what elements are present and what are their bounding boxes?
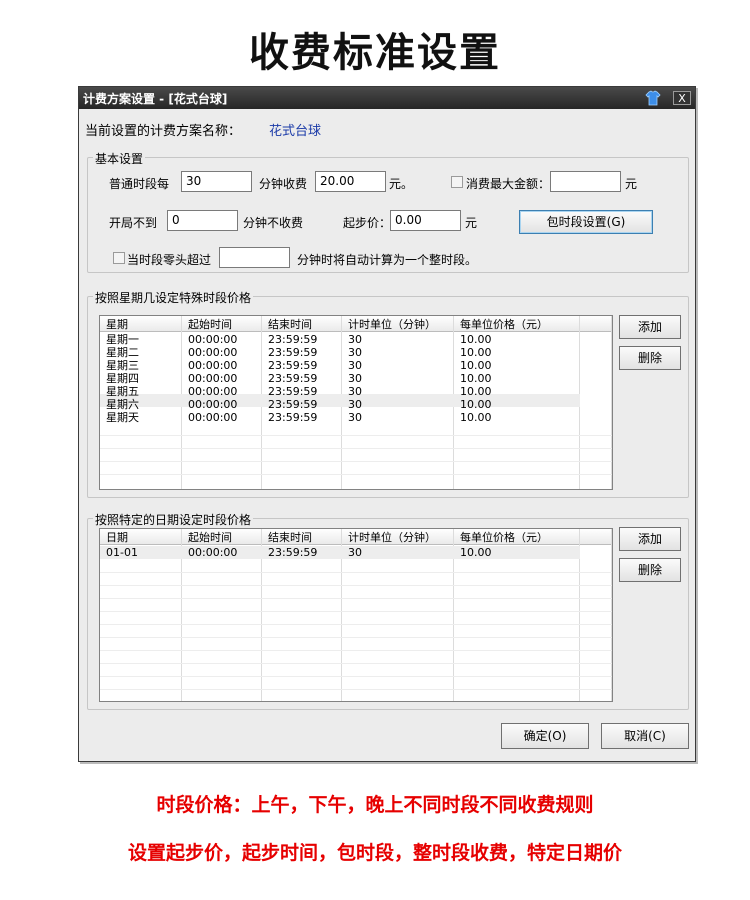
weekday-price-title: 按照星期几设定特殊时段价格 (93, 289, 254, 306)
fee-input[interactable]: 20.00 (315, 171, 386, 192)
cancel-button[interactable]: 取消(C) (601, 723, 689, 749)
ok-button[interactable]: 确定(O) (501, 723, 589, 749)
billing-plan-dialog: 计费方案设置 - [花式台球] X 当前设置的计费方案名称： 花式台球 基本设置… (78, 86, 696, 762)
no-charge-label: 分钟不收费 (243, 216, 304, 230)
table-row[interactable]: 星期一 00:00:00 23:59:59 30 10.00 星期二 00:00… (100, 316, 580, 489)
plan-name-label: 当前设置的计费方案名称： (85, 124, 242, 139)
date-add-button[interactable]: 添加 (619, 527, 681, 551)
basic-settings-title: 基本设置 (93, 150, 146, 167)
caption-line-1: 时段价格：上午，下午，晚上不同时段不同收费规则 (156, 794, 594, 816)
remainder-label: 当时段零头超过 (127, 253, 212, 267)
start-yuan-label: 元 (465, 216, 478, 230)
skin-icon[interactable] (645, 90, 661, 106)
remainder-suffix-label: 分钟时将自动计算为一个整时段。 (297, 253, 478, 267)
period-minutes-input[interactable]: 30 (181, 171, 252, 192)
title-bar[interactable]: 计费方案设置 - [花式台球] X (79, 87, 695, 109)
open-under-label: 开局不到 (109, 216, 158, 230)
weekday-delete-button[interactable]: 删除 (619, 346, 681, 370)
caption-line-2: 设置起步价，起步时间，包时段，整时段收费，特定日期价 (127, 842, 622, 864)
column-header[interactable]: 计时单位（分钟） (348, 531, 436, 544)
free-minutes-input[interactable]: 0 (167, 210, 238, 231)
column-header[interactable]: 结束时间 (268, 531, 312, 544)
max-yuan-label: 元 (625, 177, 638, 191)
column-header[interactable]: 起始时间 (188, 531, 232, 544)
plan-name-value: 花式台球 (269, 124, 322, 139)
date-price-table[interactable]: 日期 起始时间 结束时间 计时单位（分钟） 每单位价格（元） 01-01 00:… (99, 528, 613, 702)
max-amount-label: 消费最大金额： (466, 177, 551, 191)
remainder-checkbox[interactable] (113, 252, 125, 264)
max-amount-checkbox[interactable] (451, 176, 463, 188)
date-delete-button[interactable]: 删除 (619, 558, 681, 582)
per-minute-fee-label: 分钟收费 (259, 177, 308, 191)
column-header[interactable]: 日期 (106, 531, 128, 544)
start-price-input[interactable]: 0.00 (390, 210, 461, 231)
weekday-price-table[interactable]: 星期 起始时间 结束时间 计时单位（分钟） 每单位价格（元） 星期一 00:00… (99, 315, 613, 490)
column-header[interactable]: 每单位价格（元） (460, 531, 548, 544)
close-button[interactable]: X (673, 91, 691, 105)
page-title: 收费标准设置 (249, 30, 501, 76)
start-price-label: 起步价： (343, 216, 392, 230)
package-period-button[interactable]: 包时段设置(G) (519, 210, 653, 234)
fee-yuan-label: 元。 (389, 177, 414, 191)
table-row[interactable]: 01-01 00:00:00 23:59:59 30 10.00 (100, 546, 580, 559)
window-title: 计费方案设置 - [花式台球] (83, 92, 228, 106)
max-amount-input[interactable] (550, 171, 621, 192)
period-each-label: 普通时段每 (109, 177, 170, 191)
weekday-add-button[interactable]: 添加 (619, 315, 681, 339)
date-price-title: 按照特定的日期设定时段价格 (93, 511, 254, 528)
remainder-minutes-input[interactable] (219, 247, 290, 268)
